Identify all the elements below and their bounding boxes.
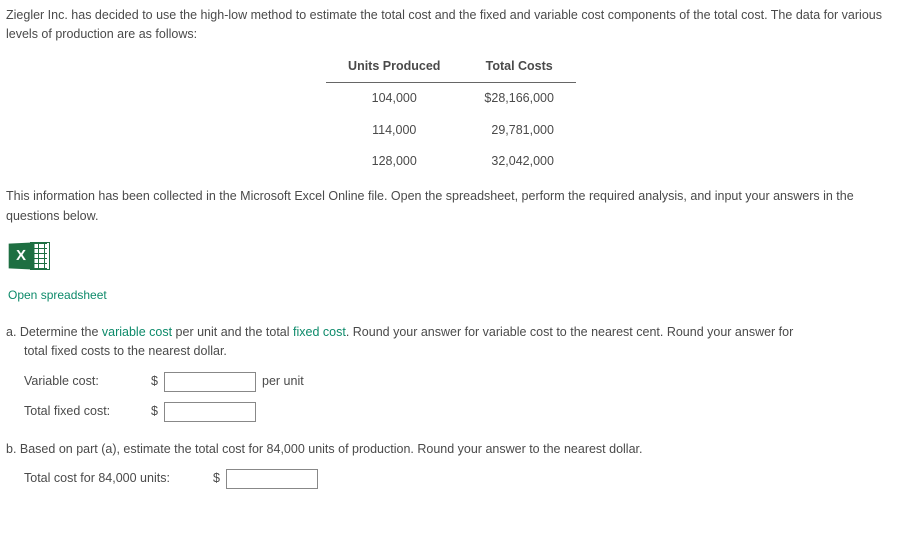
question-a: a. Determine the variable cost per unit … <box>6 323 896 362</box>
open-spreadsheet-link[interactable]: Open spreadsheet <box>8 286 896 305</box>
variable-cost-term: variable cost <box>102 325 172 339</box>
header-costs: Total Costs <box>462 51 576 83</box>
variable-cost-input[interactable] <box>164 372 256 392</box>
fixed-cost-label: Total fixed cost: <box>24 402 142 421</box>
data-table: Units Produced Total Costs 104,000 $28,1… <box>326 51 576 178</box>
cell-units: 128,000 <box>326 146 462 177</box>
problem-intro: Ziegler Inc. has decided to use the high… <box>6 6 896 45</box>
table-row: 128,000 32,042,000 <box>326 146 576 177</box>
per-unit-label: per unit <box>262 372 304 391</box>
dollar-sign: $ <box>148 372 158 391</box>
question-b: b. Based on part (a), estimate the total… <box>6 440 896 459</box>
fixed-cost-term: fixed cost <box>293 325 346 339</box>
cell-cost: $28,166,000 <box>462 83 576 115</box>
dollar-sign: $ <box>148 402 158 421</box>
question-a-line2: total fixed costs to the nearest dollar. <box>24 342 896 361</box>
instruction-text: This information has been collected in t… <box>6 187 896 226</box>
excel-icon[interactable]: X <box>8 242 50 274</box>
variable-cost-label: Variable cost: <box>24 372 142 391</box>
fixed-cost-input[interactable] <box>164 402 256 422</box>
total-cost-label: Total cost for 84,000 units: <box>24 469 204 488</box>
cell-cost: 32,042,000 <box>462 146 576 177</box>
cell-cost: 29,781,000 <box>462 115 576 146</box>
cell-units: 104,000 <box>326 83 462 115</box>
cell-units: 114,000 <box>326 115 462 146</box>
table-row: 114,000 29,781,000 <box>326 115 576 146</box>
excel-letter: X <box>16 244 26 268</box>
table-row: 104,000 $28,166,000 <box>326 83 576 115</box>
dollar-sign: $ <box>210 469 220 488</box>
total-cost-input[interactable] <box>226 469 318 489</box>
header-units: Units Produced <box>326 51 462 83</box>
